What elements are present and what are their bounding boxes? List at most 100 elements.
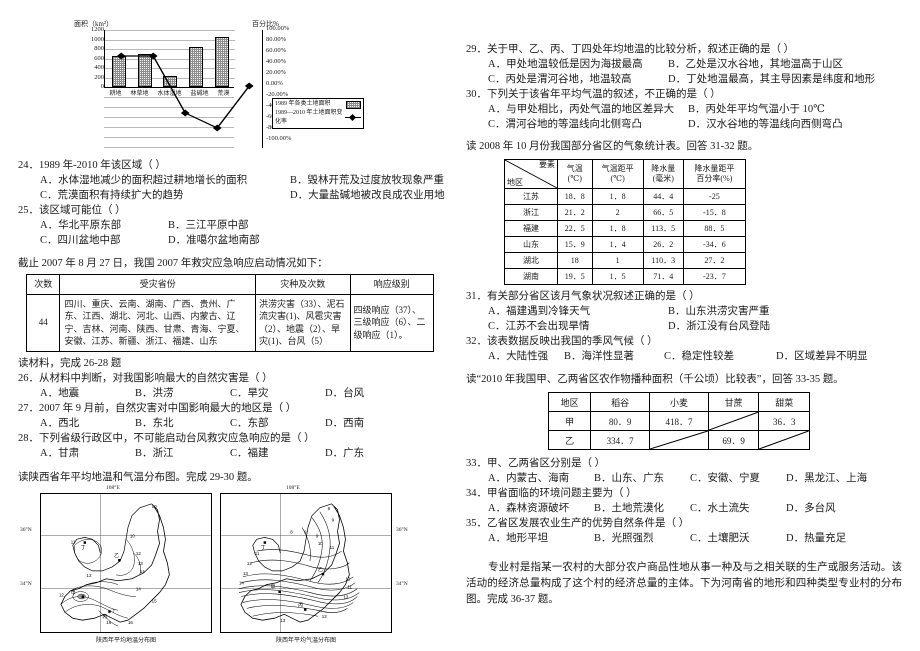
svg-text:12: 12 xyxy=(59,592,64,597)
question-number: 31． xyxy=(466,291,487,302)
left-column: 面积（km²） 百分比% 1200 1000 800 600 400 200 0… xyxy=(18,0,454,651)
cell-precip-anomaly: -34．6 xyxy=(682,236,747,253)
option-c[interactable]: C．安徽、宁夏 xyxy=(690,471,786,486)
question-25: 25．该区域可能位（ ） xyxy=(18,203,454,218)
option-a[interactable]: A．地形平坦 xyxy=(488,531,594,546)
option-a[interactable]: A．西北 xyxy=(40,416,135,431)
option-a[interactable]: A．华北平原东部 xyxy=(40,218,168,233)
option-b[interactable]: B．洪涝 xyxy=(135,386,230,401)
option-d[interactable]: D．准噶尔盆地南部 xyxy=(168,233,260,248)
svg-text:16: 16 xyxy=(128,620,133,625)
option-d[interactable]: D．汉水谷地的等温线向西侧弯凸 xyxy=(688,117,843,132)
option-b[interactable]: B．山东洪涝灾害严重 xyxy=(668,304,770,319)
question-number: 35． xyxy=(466,518,487,529)
y2-tick: 40.00% xyxy=(266,58,287,65)
option-c[interactable]: C．渭河谷地的等温线向北侧弯凸 xyxy=(488,117,688,132)
option-d[interactable]: D．多台风 xyxy=(786,501,836,516)
option-a[interactable]: A．森林资源破坏 xyxy=(488,501,594,516)
option-a[interactable]: A．大陆性强 xyxy=(488,349,564,364)
option-c[interactable]: C．稳定性较差 xyxy=(664,349,776,364)
option-d[interactable]: D．广东 xyxy=(325,446,364,461)
map-right-drawing: 8 9 8 9 10 11 11 12 13 14 12 11 13 13 13… xyxy=(221,493,391,632)
map-left-lat-top: 36°N xyxy=(20,526,32,533)
option-d[interactable]: D．热量充足 xyxy=(786,531,846,546)
chart-legend: 1989 年各类土地面积 1989—2010 年土地面积变化率 xyxy=(272,98,364,129)
cell-precip: 26．2 xyxy=(642,236,684,253)
question-26: 26．从材料中判断，对我国影响最大的自然灾害是（ ） xyxy=(18,371,454,386)
svg-text:13: 13 xyxy=(322,614,327,619)
question-31: 31．有关部分省区该月气象状况叙述正确的是（ ） xyxy=(466,289,902,304)
svg-text:11: 11 xyxy=(255,551,260,556)
cell-temp-anomaly: 1．8 xyxy=(591,220,644,237)
question-34: 34．甲省面临的环境问题主要为（ ） xyxy=(466,486,902,501)
option-a[interactable]: A．水体湿地减少的面积超过耕地增长的面积 xyxy=(40,173,290,188)
option-a[interactable]: A．与甲处相比，丙处气温的地区差异大 xyxy=(488,102,688,117)
option-b[interactable]: B．光照强烈 xyxy=(594,531,690,546)
option-d[interactable]: D．黑龙江、上海 xyxy=(786,471,867,486)
corner-label-top: 要素 xyxy=(539,160,555,169)
option-b[interactable]: B．三江平原中部 xyxy=(168,218,249,233)
column-header-wheat: 小麦 xyxy=(649,392,709,412)
corner-label-bottom: 地区 xyxy=(507,178,523,187)
question-28: 28．下列省级行政区中，不可能启动台风救灾应急响应的是（ ） xyxy=(18,431,454,446)
column-header-temp: 气温 (℃) xyxy=(557,159,593,189)
question-33-options: A．内蒙古、海南 B．山东、广东 C．安徽、宁夏 D．黑龙江、上海 xyxy=(466,471,902,486)
cell-precip: 110．3 xyxy=(642,252,684,269)
option-a[interactable]: A．甲处地温较低是因为海拔最高 xyxy=(488,57,668,72)
table-row: 浙江 21．2 2 66．5 -15．8 xyxy=(504,204,747,221)
option-d[interactable]: D．西南 xyxy=(325,416,364,431)
question-stem: 有关部分省区该月气象状况叙述正确的是（ ） xyxy=(487,291,700,302)
option-d[interactable]: D．区域差异不明显 xyxy=(776,349,868,364)
option-c[interactable]: C．荒漠面积有持续扩大的趋势 xyxy=(40,188,290,203)
weather-lead-text: 读 2008 年 10 月份我国部分省区的气象统计表。回答 31-32 题。 xyxy=(466,141,759,152)
chart-secondary-ticks: 100.00% 80.00% 60.00% 40.00% 20.00% 0.00… xyxy=(266,25,306,152)
y-tick: 1000 xyxy=(91,35,104,43)
option-c[interactable]: C．旱灾 xyxy=(230,386,325,401)
map-ground-temperature: 10 10 11 12 13 14 13 14 12 15 16 16 7 丁 … xyxy=(40,492,212,633)
column-header-times: 次数 xyxy=(25,274,61,295)
map-lead-text: 读陕西省年平均地温和气温分布图。完成 29-30 题。 xyxy=(18,471,258,483)
svg-text:13: 13 xyxy=(280,618,285,623)
option-b[interactable]: B．东北 xyxy=(135,416,230,431)
option-c[interactable]: C．丙处是渭河谷地，地温较高 xyxy=(488,72,668,87)
question-31-options-row1: A．福建遇到冷锋天气 B．山东洪涝灾害严重 xyxy=(466,304,902,319)
option-b[interactable]: B．浙江 xyxy=(135,446,230,461)
cell-levels: 四级响应（37）、三级响应（6）、二级响应（1）。 xyxy=(349,293,435,352)
option-a[interactable]: A．地震 xyxy=(40,386,135,401)
shaanxi-maps-figure: 108°E 108°E 36°N 34°N 36°N 34°N 10 10 11… xyxy=(20,484,408,647)
cell-region: 山东 xyxy=(504,236,558,253)
option-a[interactable]: A．内蒙古、海南 xyxy=(488,471,594,486)
option-c[interactable]: C．四川盆地中部 xyxy=(40,233,168,248)
option-d[interactable]: D．台风 xyxy=(325,386,364,401)
option-d[interactable]: D．浙江没有台风登陆 xyxy=(668,319,770,334)
map-point-ding: 丁 xyxy=(261,545,266,551)
exam-paper-page: 面积（km²） 百分比% 1200 1000 800 600 400 200 0… xyxy=(0,0,920,651)
option-c[interactable]: C．江苏不会出现旱情 xyxy=(488,319,668,334)
legend-entry-bars: 1989 年各类土地面积 xyxy=(275,100,361,109)
option-c[interactable]: C．福建 xyxy=(230,446,325,461)
option-d[interactable]: D．大量盐碱地被改良成农业用地 xyxy=(290,188,445,203)
option-b[interactable]: B．毁林开荒及过度放牧现象严重 xyxy=(290,173,444,188)
option-b[interactable]: B．山东、广东 xyxy=(594,471,690,486)
cell-wheat-empty xyxy=(649,430,709,450)
map-left-top-coord: 108°E xyxy=(106,484,120,491)
option-b[interactable]: B．丙处年平均气温小于 10℃ xyxy=(688,102,825,117)
specialized-village-paragraph: 专业村是指某一农村的大部分农户商品性地从事一种及与之相关联的生产或服务活动。该活… xyxy=(466,562,902,605)
option-d[interactable]: D．丁处地温最高，其主导因素是纬度和地形 xyxy=(668,72,875,87)
option-c[interactable]: C．水土流失 xyxy=(690,501,786,516)
option-a[interactable]: A．福建遇到冷锋天气 xyxy=(488,304,668,319)
cell-temp-anomaly: 1．5 xyxy=(591,268,644,285)
question-25-options-row1: A．华北平原东部 B．三江平原中部 xyxy=(18,218,454,233)
svg-text:13: 13 xyxy=(243,570,248,575)
option-c[interactable]: C．东部 xyxy=(230,416,325,431)
cell-sugarbeet-empty xyxy=(758,430,810,450)
question-33: 33．甲、乙两省区分别是（ ） xyxy=(466,456,902,471)
option-c[interactable]: C．土壤肥沃 xyxy=(690,531,786,546)
disaster-lead-text: 截止 2007 年 8 月 27 日，我国 2007 年救灾应急响应启动情况如下… xyxy=(18,258,328,269)
option-b[interactable]: B．海洋性显著 xyxy=(564,349,664,364)
option-b[interactable]: B．土地荒漠化 xyxy=(594,501,690,516)
question-32: 32．该表数据反映出我国的季风气候（ ） xyxy=(466,334,902,349)
option-b[interactable]: B．乙处是汉水谷地，其地温高于山区 xyxy=(668,57,843,72)
question-number: 29． xyxy=(466,44,487,55)
option-a[interactable]: A．甘肃 xyxy=(40,446,135,461)
